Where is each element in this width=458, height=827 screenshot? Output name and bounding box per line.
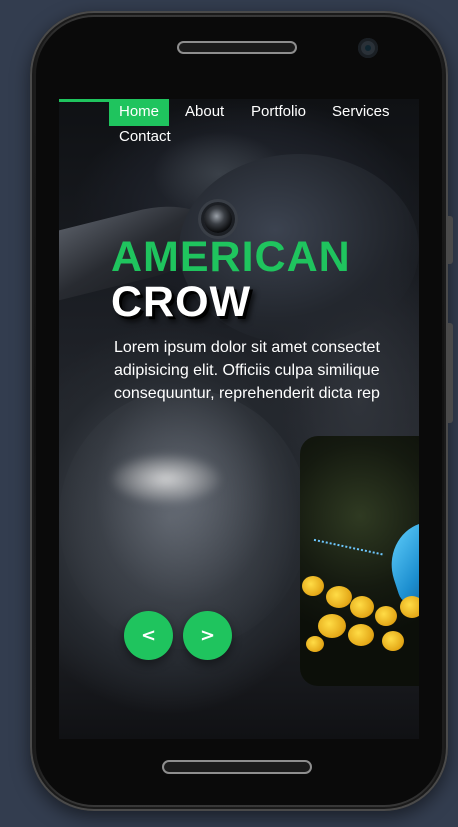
volume-button: [448, 216, 453, 264]
flower-cluster: [382, 631, 404, 651]
crow-wing-illustration: [59, 389, 309, 649]
power-button: [448, 323, 453, 423]
nav-item-portfolio[interactable]: Portfolio: [241, 99, 316, 126]
slider-prev-button[interactable]: <: [124, 611, 173, 660]
light-glare: [111, 454, 221, 504]
flower-cluster: [348, 624, 374, 646]
flower-cluster: [350, 596, 374, 618]
crow-eye-illustration: [204, 205, 232, 233]
nav-item-home[interactable]: Home: [109, 99, 170, 126]
flower-cluster: [326, 586, 352, 608]
hero-description-line: consequuntur, reprehenderit dicta rep: [114, 385, 380, 402]
hero-description-line: adipisicing elit. Officiis culpa similiq…: [114, 362, 380, 379]
butterfly-antenna: [311, 538, 383, 568]
nav-item-services[interactable]: Services: [322, 99, 400, 126]
phone-home-bar: [162, 760, 312, 774]
chevron-right-icon: >: [199, 625, 216, 646]
phone-camera: [358, 38, 378, 58]
butterfly-wing: [380, 515, 419, 608]
chevron-left-icon: <: [140, 625, 157, 646]
hero-description-line: Lorem ipsum dolor sit amet consectet: [114, 339, 380, 356]
slider-next-button[interactable]: >: [183, 611, 232, 660]
butterfly-slide-card[interactable]: [300, 436, 419, 686]
flower-cluster: [318, 614, 346, 638]
nav-item-about[interactable]: About: [175, 99, 234, 126]
nav-item-contact[interactable]: Contact: [109, 124, 181, 151]
phone-speaker: [177, 41, 297, 54]
flower-cluster: [375, 606, 397, 626]
hero-title-line1: AMERICAN: [111, 233, 351, 281]
hero-title-line2: CROW: [111, 278, 252, 326]
flower-cluster: [302, 576, 324, 596]
hero-description: Lorem ipsum dolor sit amet consectet adi…: [114, 336, 419, 405]
website-screen: Home About Portfolio Services Contact AM…: [59, 99, 419, 739]
flower-cluster: [306, 636, 324, 652]
flower-cluster: [400, 596, 419, 618]
nav-accent-line: [59, 99, 109, 102]
